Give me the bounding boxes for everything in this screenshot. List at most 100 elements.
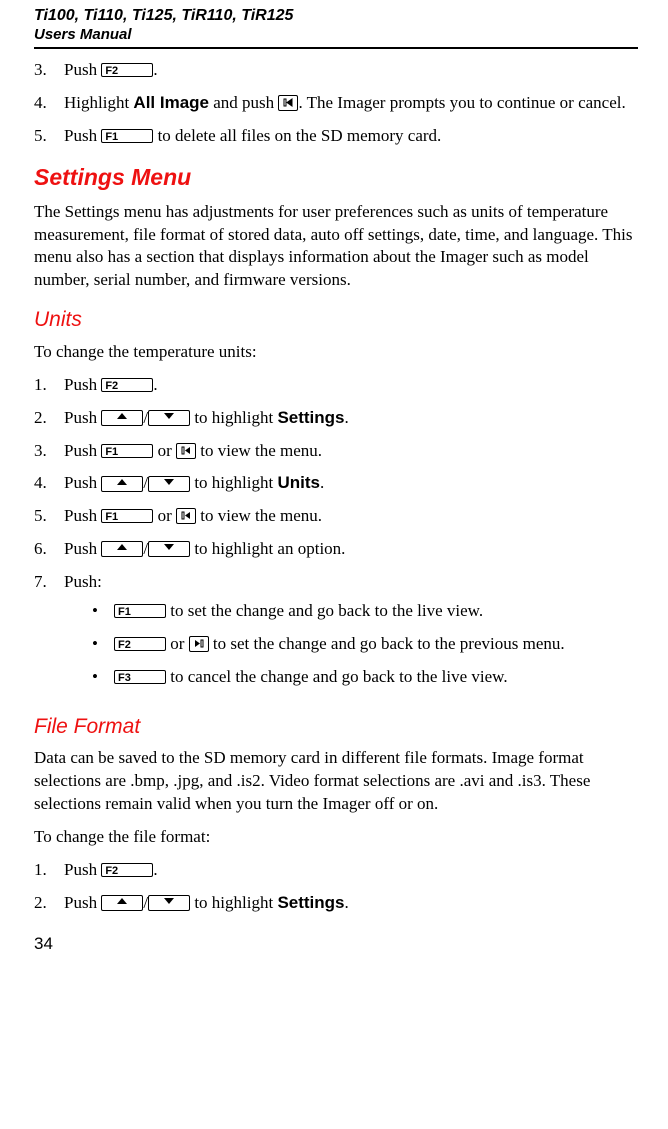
- text: to cancel the change and go back to the …: [166, 667, 508, 686]
- push-options: F1 to set the change and go back to the …: [92, 600, 638, 689]
- step-number: 4.: [34, 92, 64, 115]
- up-arrow-icon: [101, 476, 143, 492]
- step-number: 4.: [34, 472, 64, 495]
- step-number: 3.: [34, 59, 64, 82]
- text: to set the change and go back to the pre…: [209, 634, 565, 653]
- up-arrow-icon: [101, 541, 143, 557]
- step-number: 2.: [34, 892, 64, 915]
- text: to view the menu.: [196, 506, 322, 525]
- bold-text: Units: [277, 473, 320, 492]
- step-5: 5. Push F1 to delete all files on the SD…: [34, 125, 638, 148]
- down-arrow-icon: [148, 410, 190, 426]
- f2-key-icon: F2: [114, 637, 166, 651]
- right-arrow-icon: [176, 443, 196, 459]
- f1-key-icon: F1: [101, 509, 153, 523]
- step-3: 3. Push F2.: [34, 59, 638, 82]
- header-models: Ti100, Ti110, Ti125, TiR110, TiR125: [34, 6, 638, 26]
- text: or: [153, 506, 176, 525]
- step-4: 4. Highlight All Image and push . The Im…: [34, 92, 638, 115]
- bullet-f2: F2 or to set the change and go back to t…: [92, 633, 638, 656]
- bold-text: Settings: [277, 408, 344, 427]
- text: to highlight: [190, 408, 277, 427]
- page-header: Ti100, Ti110, Ti125, TiR110, TiR125 User…: [34, 6, 638, 49]
- f2-key-icon: F2: [101, 63, 153, 77]
- units-step-3: 3. Push F1 or to view the menu.: [34, 440, 638, 463]
- steps-file-format: 1. Push F2. 2. Push / to highlight Setti…: [34, 859, 638, 915]
- units-step-1: 1. Push F2.: [34, 374, 638, 397]
- text: Push:: [64, 572, 102, 591]
- text: Push: [64, 506, 101, 525]
- bold-text: Settings: [277, 893, 344, 912]
- step-number: 7.: [34, 571, 64, 699]
- text: Highlight: [64, 93, 133, 112]
- text: to highlight: [190, 893, 277, 912]
- text: .: [345, 893, 349, 912]
- left-arrow-icon: [189, 636, 209, 652]
- text: and push: [209, 93, 278, 112]
- f1-key-icon: F1: [101, 129, 153, 143]
- heading-settings-menu: Settings Menu: [34, 162, 638, 193]
- text: Push: [64, 126, 101, 145]
- step-number: 2.: [34, 407, 64, 430]
- text: or: [166, 634, 189, 653]
- text: to view the menu.: [196, 441, 322, 460]
- text: Push: [64, 408, 101, 427]
- text: or: [153, 441, 176, 460]
- text: to delete all files on the SD memory car…: [153, 126, 441, 145]
- f3-key-icon: F3: [114, 670, 166, 684]
- step-number: 3.: [34, 440, 64, 463]
- text: to set the change and go back to the liv…: [166, 601, 483, 620]
- header-subtitle: Users Manual: [34, 26, 638, 45]
- steps-units: 1. Push F2. 2. Push / to highlight Setti…: [34, 374, 638, 699]
- bullet-f3: F3 to cancel the change and go back to t…: [92, 666, 638, 689]
- f2-key-icon: F2: [101, 378, 153, 392]
- step-number: 1.: [34, 859, 64, 882]
- units-step-2: 2. Push / to highlight Settings.: [34, 407, 638, 430]
- text: .: [345, 408, 349, 427]
- file-format-intro: To change the file format:: [34, 826, 638, 849]
- file-format-paragraph: Data can be saved to the SD memory card …: [34, 747, 638, 816]
- right-arrow-icon: [176, 508, 196, 524]
- settings-menu-paragraph: The Settings menu has adjustments for us…: [34, 201, 638, 293]
- text: to highlight an option.: [190, 539, 345, 558]
- units-step-6: 6. Push / to highlight an option.: [34, 538, 638, 561]
- step-number: 5.: [34, 505, 64, 528]
- text: . The Imager prompts you to continue or …: [298, 93, 625, 112]
- units-intro: To change the temperature units:: [34, 341, 638, 364]
- text: to highlight: [190, 473, 277, 492]
- f2-key-icon: F2: [101, 863, 153, 877]
- text: Push: [64, 473, 101, 492]
- page-container: Ti100, Ti110, Ti125, TiR110, TiR125 User…: [0, 0, 668, 976]
- steps-group-1: 3. Push F2. 4. Highlight All Image and p…: [34, 59, 638, 148]
- units-step-7: 7. Push: F1 to set the change and go bac…: [34, 571, 638, 699]
- text: .: [153, 375, 157, 394]
- down-arrow-icon: [148, 476, 190, 492]
- bold-text: All Image: [133, 93, 209, 112]
- ff-step-2: 2. Push / to highlight Settings.: [34, 892, 638, 915]
- f1-key-icon: F1: [114, 604, 166, 618]
- text: Push: [64, 441, 101, 460]
- text: Push: [64, 860, 101, 879]
- text: .: [320, 473, 324, 492]
- text: Push: [64, 539, 101, 558]
- down-arrow-icon: [148, 895, 190, 911]
- text: Push: [64, 893, 101, 912]
- text: Push: [64, 375, 101, 394]
- text: Push: [64, 60, 101, 79]
- text: .: [153, 60, 157, 79]
- step-number: 6.: [34, 538, 64, 561]
- up-arrow-icon: [101, 895, 143, 911]
- up-arrow-icon: [101, 410, 143, 426]
- ff-step-1: 1. Push F2.: [34, 859, 638, 882]
- units-step-4: 4. Push / to highlight Units.: [34, 472, 638, 495]
- heading-file-format: File Format: [34, 713, 638, 741]
- bullet-f1: F1 to set the change and go back to the …: [92, 600, 638, 623]
- f1-key-icon: F1: [101, 444, 153, 458]
- page-number: 34: [34, 933, 638, 956]
- heading-units: Units: [34, 306, 638, 334]
- down-arrow-icon: [148, 541, 190, 557]
- text: .: [153, 860, 157, 879]
- units-step-5: 5. Push F1 or to view the menu.: [34, 505, 638, 528]
- right-arrow-icon: [278, 95, 298, 111]
- step-number: 1.: [34, 374, 64, 397]
